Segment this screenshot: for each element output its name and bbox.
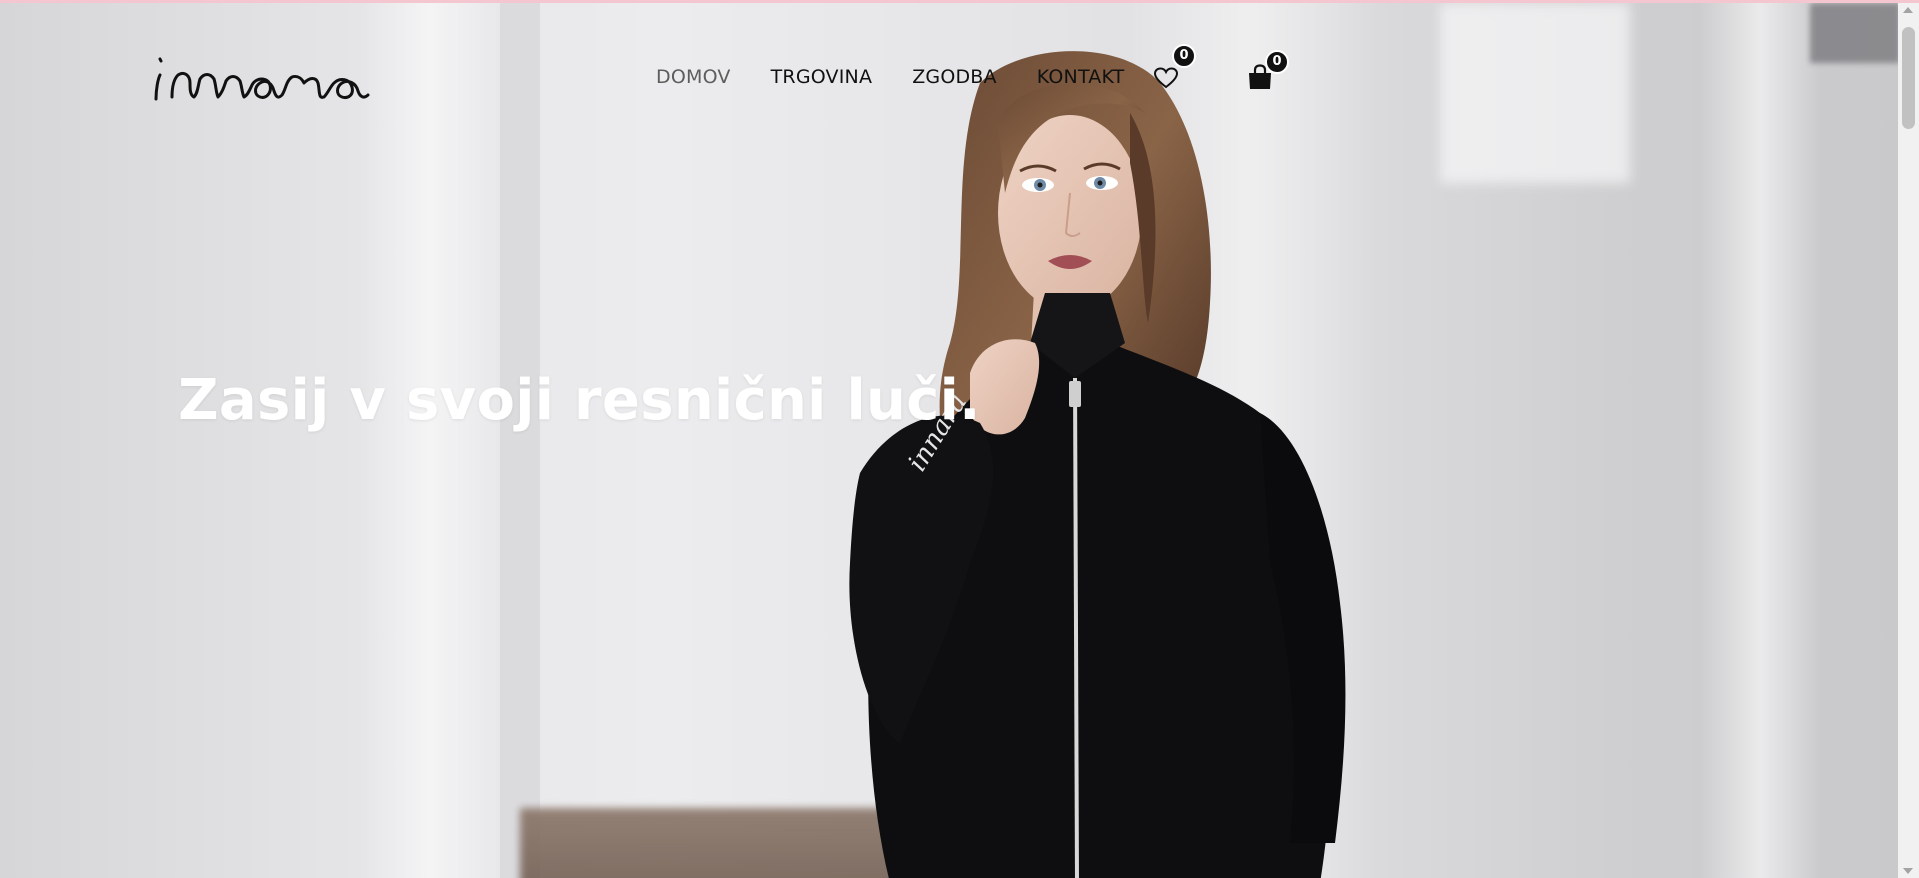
background-pillar	[1700, 3, 1820, 878]
cart-count-badge: 0	[1265, 50, 1289, 74]
hero-model-image: innara	[849, 51, 1346, 878]
hero-headline: Zasij v svoji resnični luči.	[178, 368, 981, 433]
nav-item-zgodba[interactable]: ZGODBA	[912, 65, 997, 89]
wishlist-button[interactable]: 0	[1153, 44, 1196, 89]
cart-button[interactable]: 0	[1247, 50, 1289, 90]
nav-item-kontakt[interactable]: KONTAKT	[1037, 65, 1125, 89]
heart-icon	[1153, 67, 1179, 89]
page-scrollbar[interactable]	[1898, 3, 1919, 878]
background-pillar	[500, 3, 540, 878]
scroll-up-arrow-icon[interactable]	[1903, 7, 1913, 13]
brand-logo[interactable]	[152, 49, 417, 107]
background-pillar	[360, 3, 500, 878]
wishlist-count-badge: 0	[1172, 44, 1196, 68]
scrollbar-thumb[interactable]	[1902, 27, 1915, 129]
main-menu: DOMOV TRGOVINA ZGODBA KONTAKT	[656, 65, 1164, 89]
scroll-down-arrow-icon[interactable]	[1903, 868, 1913, 874]
hero-banner: innara	[0, 3, 1898, 878]
main-navigation: DOMOV TRGOVINA ZGODBA KONTAKT 0 0	[0, 3, 1898, 113]
nav-item-trgovina[interactable]: TRGOVINA	[771, 65, 873, 89]
innara-logo-icon	[154, 57, 370, 101]
nav-item-domov[interactable]: DOMOV	[656, 65, 731, 89]
top-accent-bar	[0, 0, 1919, 3]
